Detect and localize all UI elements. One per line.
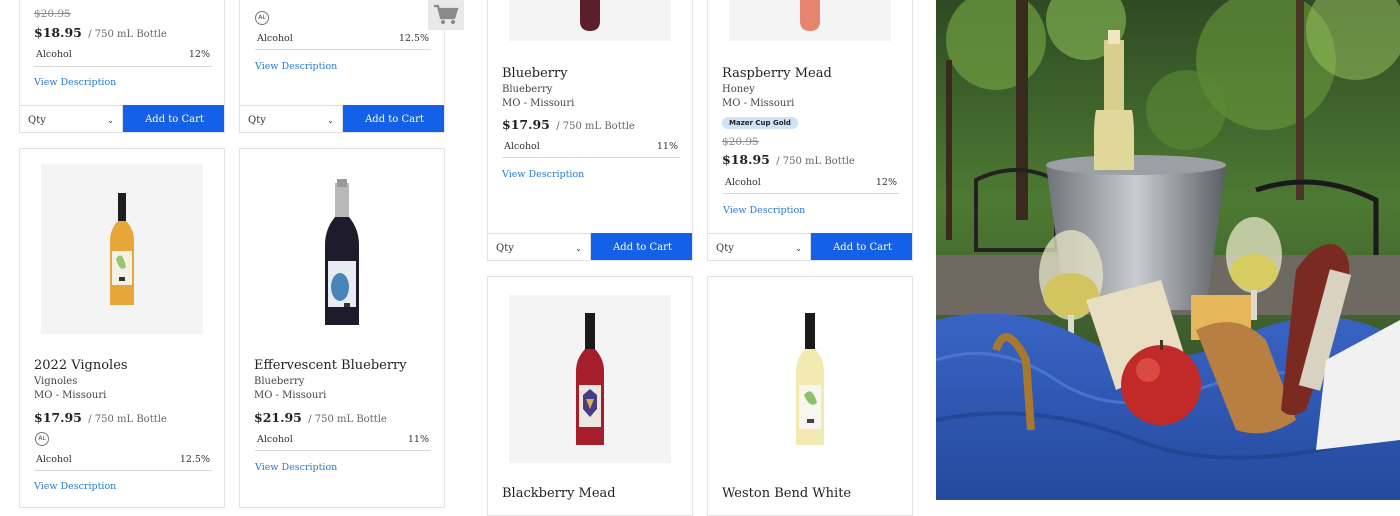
alcohol-row: Alcohol 12.5%: [255, 33, 431, 50]
product-name[interactable]: Blackberry Mead: [502, 486, 616, 501]
product-card-vignoles: 2022 Vignoles Vignoles MO - Missouri $17…: [19, 148, 225, 508]
price: $18.95 / 750 mL Bottle: [722, 152, 855, 167]
shopping-cart-icon: [434, 4, 459, 24]
chevron-down-icon: ⌄: [327, 115, 334, 125]
view-description-link[interactable]: View Description: [34, 77, 116, 88]
product-region: MO - Missouri: [722, 98, 795, 109]
bottle-image: [325, 179, 359, 325]
wine-basket-illustration: [936, 0, 1400, 500]
product-card-raspberry-mead: Raspberry Mead Honey MO - Missouri Mazer…: [707, 0, 913, 261]
qty-label: Qty: [28, 114, 46, 126]
alcohol-value: 12.5%: [179, 454, 210, 465]
chevron-down-icon: ⌄: [575, 243, 582, 253]
view-description-link[interactable]: View Description: [723, 205, 805, 216]
product-card-top-middle: AL Alcohol 12.5% View Description Qty ⌄ …: [239, 0, 445, 133]
product-variety: Blueberry: [254, 376, 305, 387]
old-price: $20.95: [722, 136, 759, 148]
qty-select[interactable]: Qty ⌄: [488, 233, 591, 260]
alcohol-label: Alcohol: [36, 49, 72, 60]
price-unit: / 750 mL Bottle: [88, 29, 167, 40]
add-to-cart-button[interactable]: Add to Cart: [123, 105, 224, 132]
award-badge: Mazer Cup Gold: [722, 117, 798, 129]
qty-select[interactable]: Qty ⌄: [708, 233, 811, 260]
bottle-image: [796, 313, 824, 445]
bottle-image: [800, 0, 820, 31]
alcohol-row: Alcohol 12%: [34, 49, 212, 67]
product-card-weston-bend-white: Weston Bend White: [707, 276, 913, 516]
product-card-top-left: $20.95 $18.95 / 750 mL Bottle Alcohol 12…: [19, 0, 225, 133]
bottle-image: [580, 0, 600, 31]
bottle-image: [576, 313, 604, 445]
product-image[interactable]: [729, 295, 891, 463]
add-to-cart-button[interactable]: Add to Cart: [591, 233, 692, 260]
view-description-link[interactable]: View Description: [34, 481, 116, 492]
alcohol-row: Alcohol 11%: [255, 434, 431, 451]
product-name[interactable]: Weston Bend White: [722, 486, 851, 501]
product-name[interactable]: 2022 Vignoles: [34, 358, 128, 373]
qty-label: Qty: [248, 114, 266, 126]
price: $17.95 / 750 mL Bottle: [34, 410, 167, 425]
product-image[interactable]: [41, 164, 203, 334]
product-region: MO - Missouri: [502, 98, 575, 109]
alcohol-label: Alcohol: [725, 177, 761, 188]
product-image[interactable]: [509, 295, 671, 463]
alcohol-row: Alcohol 12%: [723, 177, 899, 194]
qty-label: Qty: [496, 242, 514, 254]
qty-select[interactable]: Qty ⌄: [240, 105, 343, 132]
price: $21.95 / 750 mL Bottle: [254, 410, 387, 425]
price-value: $21.95: [254, 410, 302, 425]
product-variety: Blueberry: [502, 84, 553, 95]
add-to-cart-button[interactable]: Add to Cart: [343, 105, 444, 132]
al-icon: AL: [35, 432, 49, 446]
product-region: MO - Missouri: [34, 390, 107, 401]
qty-label: Qty: [716, 242, 734, 254]
price-value: $18.95: [722, 152, 770, 167]
price-unit: / 750 mL Bottle: [88, 414, 167, 425]
alcohol-label: Alcohol: [257, 33, 293, 44]
alcohol-label: Alcohol: [36, 454, 72, 465]
product-image[interactable]: [261, 164, 423, 334]
product-image[interactable]: [729, 0, 891, 41]
product-card-blueberry: Blueberry Blueberry MO - Missouri $17.95…: [487, 0, 693, 261]
product-variety: Vignoles: [34, 376, 78, 387]
product-card-effervescent-blueberry: Effervescent Blueberry Blueberry MO - Mi…: [239, 148, 445, 508]
view-description-link[interactable]: View Description: [255, 61, 337, 72]
price-value: $17.95: [502, 117, 550, 132]
qty-select[interactable]: Qty ⌄: [20, 105, 123, 132]
chevron-down-icon: ⌄: [795, 243, 802, 253]
price: $17.95 / 750 mL Bottle: [502, 117, 635, 132]
price: $18.95 / 750 mL Bottle: [34, 25, 167, 40]
alcohol-label: Alcohol: [257, 434, 293, 445]
al-icon: AL: [255, 11, 269, 25]
alcohol-value: 12%: [188, 49, 210, 60]
alcohol-row: Alcohol 11%: [502, 141, 680, 158]
product-image[interactable]: [509, 0, 671, 41]
hero-photo-wine-basket: [936, 0, 1400, 500]
old-price: $20.95: [34, 8, 71, 20]
alcohol-row: Alcohol 12.5%: [34, 454, 212, 471]
bottle-image: [110, 193, 134, 305]
alcohol-value: 11%: [656, 141, 678, 152]
alcohol-label: Alcohol: [504, 141, 540, 152]
view-description-link[interactable]: View Description: [255, 462, 337, 473]
price-unit: / 750 mL Bottle: [556, 121, 635, 132]
product-name[interactable]: Effervescent Blueberry: [254, 358, 407, 373]
alcohol-value: 11%: [407, 434, 429, 445]
product-variety: Honey: [722, 84, 755, 95]
price-unit: / 750 mL Bottle: [776, 156, 855, 167]
chevron-down-icon: ⌄: [107, 115, 114, 125]
view-description-link[interactable]: View Description: [502, 169, 584, 180]
add-to-cart-button[interactable]: Add to Cart: [811, 233, 912, 260]
product-name[interactable]: Blueberry: [502, 66, 568, 81]
price-value: $18.95: [34, 25, 82, 40]
alcohol-value: 12.5%: [398, 33, 429, 44]
price-value: $17.95: [34, 410, 82, 425]
product-region: MO - Missouri: [254, 390, 327, 401]
product-card-blackberry-mead: Blackberry Mead: [487, 276, 693, 516]
product-name[interactable]: Raspberry Mead: [722, 66, 832, 81]
cart-button[interactable]: [428, 0, 464, 30]
price-unit: / 750 mL Bottle: [308, 414, 387, 425]
alcohol-value: 12%: [875, 177, 897, 188]
